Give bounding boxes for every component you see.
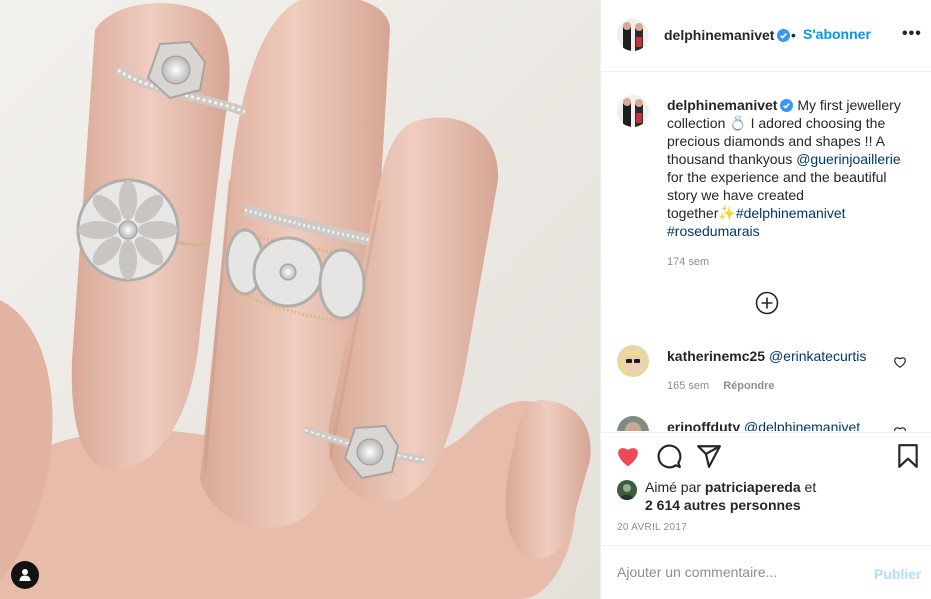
more-options-button[interactable]: ••• <box>902 26 922 42</box>
likes-summary: Aimé par patriciapereda et 2 614 autres … <box>617 478 917 514</box>
caption-username[interactable]: delphinemanivet <box>667 97 777 113</box>
comment-1: katherinemc25 @erinkatecurtis <box>667 348 866 364</box>
comment-2-username[interactable]: erinoffduty <box>667 419 740 431</box>
avatar-image <box>617 19 649 51</box>
comment-1-mention[interactable]: @erinkatecurtis <box>769 348 866 364</box>
likes-count[interactable]: 2 614 autres personnes <box>645 497 801 513</box>
heart-outline-icon[interactable] <box>893 355 907 369</box>
caption-time[interactable]: 174 sem <box>667 256 709 268</box>
comment-2-mention[interactable]: @delphinemanivet <box>744 419 860 431</box>
hashtag-delphinemanivet[interactable]: #delphinemanivet <box>736 205 846 221</box>
avatar-image <box>617 345 649 377</box>
likes-count-line: 2 614 autres personnes <box>645 496 917 514</box>
caption-avatar[interactable] <box>617 95 649 127</box>
liker-avatar[interactable] <box>617 480 637 500</box>
heart-outline-icon[interactable] <box>893 425 907 431</box>
heart-icon[interactable] <box>615 443 641 469</box>
comment-icon[interactable] <box>656 443 682 469</box>
post-side-panel: delphinemanivet • S'abonner ••• delphine… <box>600 0 931 599</box>
commenter-avatar[interactable] <box>617 345 649 377</box>
commenter-avatar[interactable] <box>617 416 649 431</box>
follow-button[interactable]: S'abonner <box>803 26 871 42</box>
comments-list[interactable]: delphinemanivet My first jewellery colle… <box>601 73 931 431</box>
verified-badge-icon <box>777 29 791 42</box>
publish-button[interactable]: Publier <box>874 566 921 582</box>
comment-1-time[interactable]: 165 sem <box>667 380 709 392</box>
add-comment-input[interactable] <box>617 564 837 580</box>
verified-badge-icon <box>780 99 794 112</box>
likes-middle: et <box>800 479 817 495</box>
author-avatar[interactable] <box>617 19 649 51</box>
avatar-image <box>617 95 649 127</box>
post-date[interactable]: 20 AVRIL 2017 <box>617 522 687 533</box>
author-username[interactable]: delphinemanivet <box>664 27 791 43</box>
avatar-image <box>617 416 649 431</box>
post-caption: delphinemanivet My first jewellery colle… <box>667 96 910 240</box>
user-tag-button[interactable] <box>11 561 39 589</box>
post-photo[interactable] <box>0 0 600 599</box>
likes-text: Aimé par patriciapereda et <box>645 478 917 496</box>
ring-emoji: 💍 <box>729 115 747 131</box>
post-header: delphinemanivet • S'abonner ••• <box>601 0 931 72</box>
sparkles-emoji: ✨ <box>718 205 736 221</box>
plus-circle-icon[interactable] <box>755 291 779 315</box>
liker-username[interactable]: patriciapereda <box>705 479 801 495</box>
avatar-image <box>617 480 637 500</box>
separator-dot: • <box>791 27 796 43</box>
comment-2: erinoffduty @delphinemanivet <box>667 419 860 431</box>
hand-with-rings-image <box>0 0 600 599</box>
hashtag-rosedumarais[interactable]: #rosedumarais <box>667 223 760 239</box>
reply-button[interactable]: Répondre <box>723 380 774 392</box>
comment-1-username[interactable]: katherinemc25 <box>667 348 765 364</box>
user-icon <box>19 569 31 581</box>
caption-mention[interactable]: @guerinjoaillerie <box>796 151 901 167</box>
add-comment-bar: Publier <box>601 545 931 599</box>
author-username-text[interactable]: delphinemanivet <box>664 27 774 43</box>
share-icon[interactable] <box>696 443 722 469</box>
likes-prefix: Aimé par <box>645 479 705 495</box>
bookmark-icon[interactable] <box>895 443 921 469</box>
comment-1-meta: 165 sem Répondre <box>667 380 775 392</box>
action-bar <box>601 432 931 480</box>
